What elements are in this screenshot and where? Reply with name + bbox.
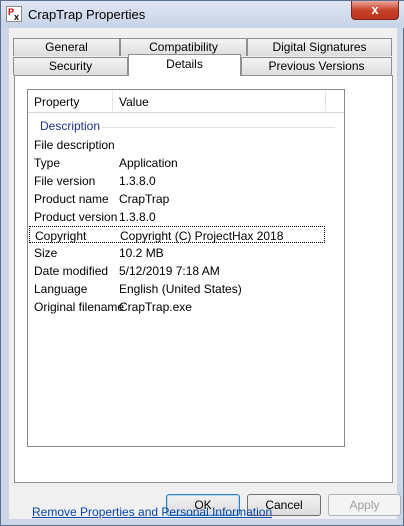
property-name: Original filename [34,300,125,314]
column-divider[interactable] [325,91,326,111]
property-value: English (United States) [119,282,242,296]
group-header-description: Description [40,119,101,133]
property-name: File description [34,138,115,152]
property-name: Product name [34,192,109,206]
property-value: Application [119,156,178,170]
property-name: File version [34,174,96,188]
dialog-client: General Compatibility Digital Signatures… [9,28,401,519]
property-name: Size [34,246,58,260]
property-name: Copyright [35,229,87,243]
remove-properties-link[interactable]: Remove Properties and Personal Informati… [32,505,272,519]
property-value: 1.3.8.0 [119,174,156,188]
tab-general[interactable]: General [13,38,120,56]
list-item[interactable]: Product version 1.3.8.0 [29,208,325,225]
property-value: 1.3.8.0 [119,210,156,224]
details-panel: Property Value Description File descript… [14,75,393,519]
list-item[interactable]: Copyright Copyright (C) ProjectHax 2018 [29,226,325,243]
property-value: 10.2 MB [119,246,164,260]
list-item[interactable]: Original filename CrapTrap.exe [29,298,325,315]
group-divider [102,127,335,128]
tab-details[interactable]: Details [128,54,241,76]
column-header-value[interactable]: Value [119,95,149,109]
list-item[interactable]: Date modified 5/12/2019 7:18 AM [29,262,325,279]
column-header-property[interactable]: Property [34,95,79,109]
details-list[interactable]: Property Value Description File descript… [27,89,345,447]
list-item[interactable]: Product name CrapTrap [29,190,325,207]
list-item[interactable]: Language English (United States) [29,280,325,297]
property-name: Type [34,156,61,170]
tab-digital-signatures[interactable]: Digital Signatures [247,38,392,56]
property-value: CrapTrap [119,192,170,206]
list-item[interactable]: Size 10.2 MB [29,244,325,261]
title-bar[interactable]: Px CrapTrap Properties x [1,1,404,28]
property-value: 5/12/2019 7:18 AM [119,264,220,278]
property-name: Product version [34,210,118,224]
property-value: CrapTrap.exe [119,300,192,314]
tab-security[interactable]: Security [13,57,128,75]
column-divider[interactable] [112,91,113,111]
list-item[interactable]: File description [29,136,325,153]
close-button[interactable]: x [351,1,399,20]
list-header: Property Value [28,90,344,113]
property-name: Language [34,282,88,296]
app-icon: Px [6,6,22,22]
property-value: Copyright (C) ProjectHax 2018 [120,229,284,243]
tab-previous-versions[interactable]: Previous Versions [241,57,392,75]
list-item[interactable]: Type Application [29,154,325,171]
apply-button[interactable]: Apply [328,494,401,516]
list-item[interactable]: File version 1.3.8.0 [29,172,325,189]
properties-window: Px CrapTrap Properties x General Compati… [0,0,404,526]
window-title: CrapTrap Properties [28,7,146,22]
property-name: Date modified [34,264,109,278]
